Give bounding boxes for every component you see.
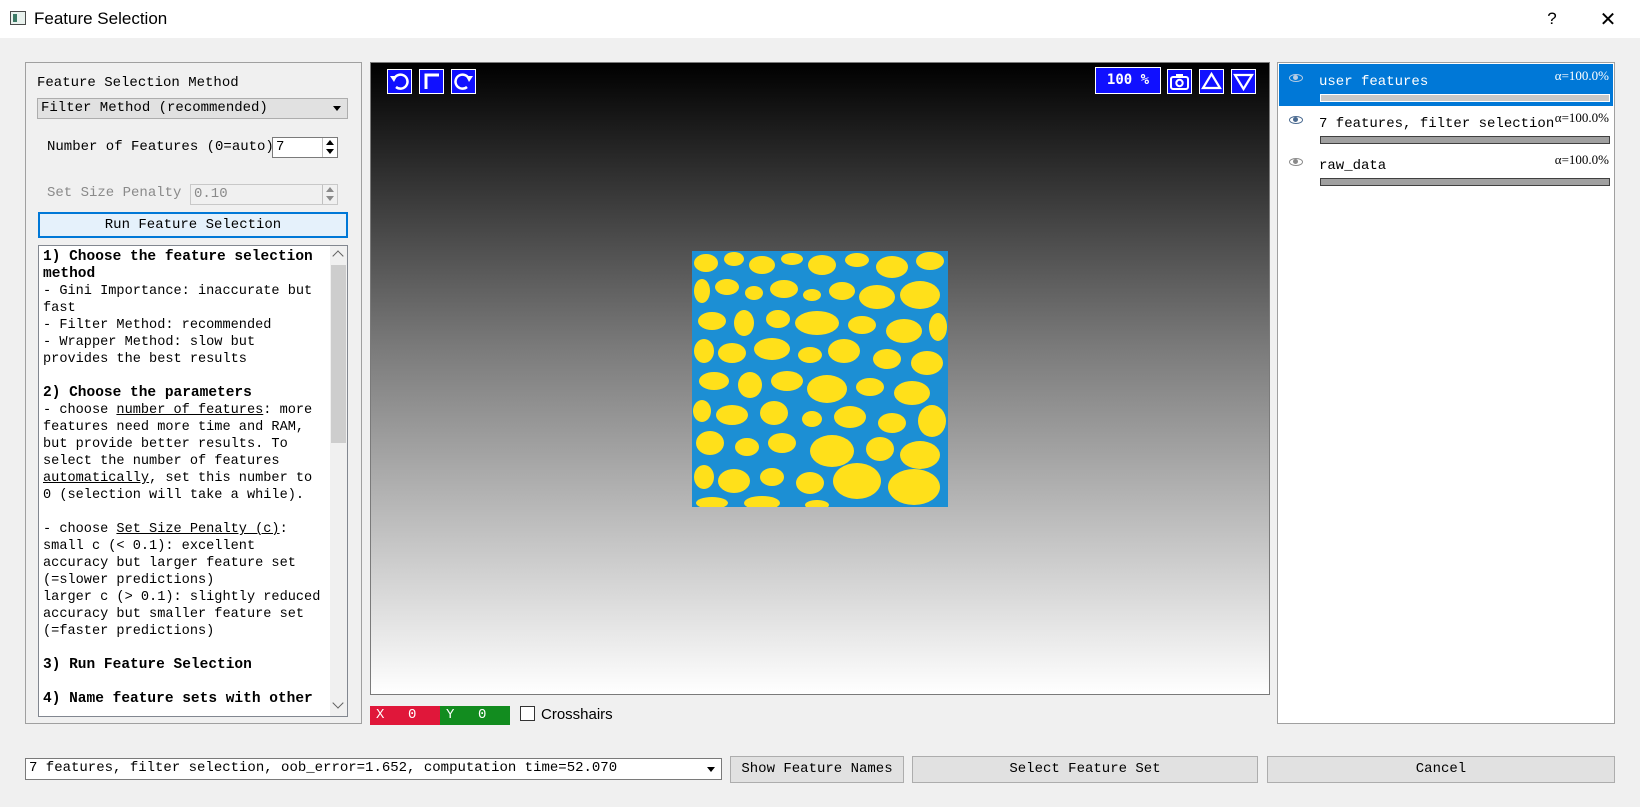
scrollbar-thumb[interactable] [331,265,346,443]
num-features-spinbox[interactable]: 7 [272,137,338,158]
arrow-down-icon[interactable] [326,149,334,154]
y-value: 0 [478,707,487,723]
layer-opacity: α=100.0% [1554,110,1609,125]
screenshot-button[interactable] [1167,69,1192,94]
arrow-down-icon [326,196,334,201]
arrow-up-icon[interactable] [326,140,334,145]
redo-button[interactable] [451,69,476,94]
layer-item-user-features[interactable]: user features α=100.0% [1279,64,1613,106]
crop-button[interactable] [419,69,444,94]
window-title: Feature Selection [34,9,168,28]
instructions-scrollbar[interactable] [330,246,347,716]
feature-set-value: 7 features, filter selection, oob_error=… [29,760,618,776]
segmentation-pattern [692,251,948,507]
opacity-slider[interactable] [1320,178,1610,186]
title-bar: Feature Selection ? ✕ [0,0,1640,38]
image-viewer[interactable]: 100 % [370,62,1270,695]
zoom-level[interactable]: 100 % [1095,67,1161,94]
instructions-text[interactable]: 1) Choose the feature selection method -… [38,245,348,717]
step-2-text: - choose number of features: more featur… [43,403,321,639]
y-coordinate: Y 0 [440,706,510,725]
app-icon [10,11,26,25]
layer-name: 7 features, filter selection [1319,116,1555,132]
layer-opacity: α=100.0% [1554,68,1609,83]
crosshairs-checkbox[interactable] [520,706,535,721]
step-4-heading: 4) Name feature sets with other [43,691,313,707]
x-coordinate: X 0 [370,706,440,725]
select-feature-set-button[interactable]: Select Feature Set [912,756,1258,783]
scroll-down-icon[interactable] [332,697,344,709]
x-axis-label: X [376,707,385,723]
penalty-spinbox: 0.10 [190,184,338,205]
chevron-down-icon [707,767,715,772]
show-feature-names-button[interactable]: Show Feature Names [730,756,904,783]
method-label: Feature Selection Method [37,75,239,91]
num-features-value: 7 [276,139,285,155]
layer-up-button[interactable] [1199,69,1224,94]
layer-list: user features α=100.0% 7 features, filte… [1277,62,1615,724]
x-value: 0 [408,707,417,723]
method-dropdown-value: Filter Method (recommended) [41,100,268,116]
layer-down-button[interactable] [1231,69,1256,94]
penalty-label: Set Size Penalty [47,185,182,201]
close-button[interactable]: ✕ [1590,6,1626,32]
opacity-slider[interactable] [1320,136,1610,144]
feature-selection-panel: Feature Selection Method Filter Method (… [25,62,362,724]
segmentation-image[interactable] [692,251,948,507]
help-button[interactable]: ? [1536,6,1568,32]
chevron-down-icon [333,106,341,111]
penalty-value: 0.10 [194,186,228,202]
feature-set-dropdown[interactable]: 7 features, filter selection, oob_error=… [25,758,722,780]
method-dropdown[interactable]: Filter Method (recommended) [37,98,348,119]
scroll-up-icon[interactable] [332,250,344,262]
cancel-button[interactable]: Cancel [1267,756,1615,783]
eye-icon[interactable] [1289,74,1303,82]
crosshairs-label[interactable]: Crosshairs [541,706,613,723]
step-2-heading: 2) Choose the parameters [43,385,252,401]
redo-icon [454,73,473,90]
layer-item-filter-selection[interactable]: 7 features, filter selection α=100.0% [1279,106,1613,148]
num-features-label: Number of Features (0=auto) [47,139,274,155]
step-3-heading: 3) Run Feature Selection [43,657,252,673]
arrow-up-icon [326,187,334,192]
run-feature-selection-button[interactable]: Run Feature Selection [38,212,348,238]
step-1-text: - Gini Importance: inaccurate but fast -… [43,284,313,367]
penalty-stepper [322,185,337,204]
opacity-slider[interactable] [1320,94,1610,102]
camera-icon [1170,74,1189,90]
undo-icon [390,73,409,90]
eye-icon[interactable] [1289,158,1303,166]
undo-button[interactable] [387,69,412,94]
layer-name: raw_data [1319,158,1387,174]
layer-opacity: α=100.0% [1554,152,1609,167]
eye-icon[interactable] [1289,116,1303,124]
y-axis-label: Y [446,707,455,723]
layer-item-raw-data[interactable]: raw_data α=100.0% [1279,148,1613,190]
step-1-heading: 1) Choose the feature selection method [43,249,322,282]
triangle-down-icon [1233,73,1254,92]
crop-icon [424,73,439,89]
num-features-stepper[interactable] [322,138,337,157]
instructions-content: 1) Choose the feature selection method -… [43,249,323,708]
triangle-up-icon [1201,71,1222,90]
layer-name: user features [1319,74,1429,90]
